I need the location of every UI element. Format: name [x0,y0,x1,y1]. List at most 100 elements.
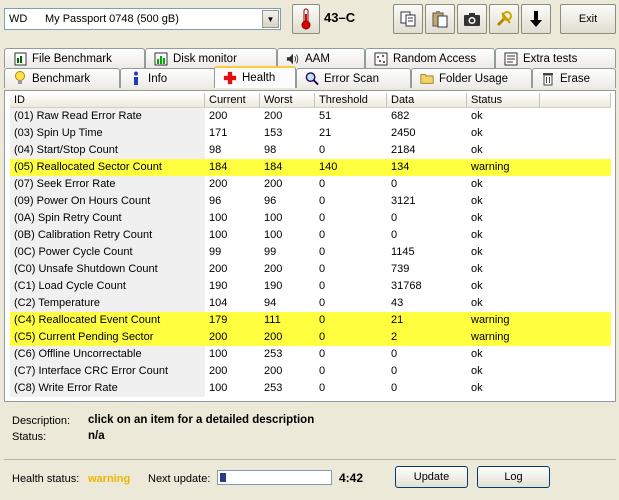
table-row[interactable]: (C4) Reallocated Event Count 179 111 0 21 war… [10,312,611,329]
tab-benchmark[interactable]: Benchmark [4,68,120,88]
log-button[interactable]: Log [477,466,550,488]
tab-info[interactable]: Info [120,68,216,88]
benchmark-icon [13,71,27,86]
column-header-id[interactable]: ID [10,93,205,107]
table-row[interactable]: (C0) Unsafe Shutdown Count 200 200 0 739 ok [10,261,611,278]
table-row[interactable]: (C2) Temperature 104 94 0 43 ok [10,295,611,312]
tab-health[interactable]: Health [214,66,296,88]
drive-select[interactable]: WD My Passport 0748 (500 gB) ▼ [4,8,281,30]
column-header-filler [540,93,611,107]
cell-filler [540,363,611,380]
cell-filler [540,176,611,193]
table-row[interactable]: (C6) Offline Uncorrectable 100 253 0 0 ok [10,346,611,363]
column-header-worst[interactable]: Worst [260,93,315,107]
cell-filler [540,261,611,278]
cell-current: 104 [209,297,228,309]
table-row[interactable]: (09) Power On Hours Count 96 96 0 3121 ok [10,193,611,210]
cell-current: 96 [209,195,222,207]
cell-threshold: 0 [319,212,326,224]
cell-data: 43 [391,297,404,309]
table-row[interactable]: (05) Reallocated Sector Count 184 184 140 13… [10,159,611,176]
cell-worst: 99 [264,246,277,258]
cell-worst: 253 [264,348,283,360]
tab-label: Benchmark [32,72,91,85]
column-header-data[interactable]: Data [387,93,467,107]
table-row[interactable]: (03) Spin Up Time 171 153 21 2450 ok [10,125,611,142]
cell-filler [540,346,611,363]
tab-extra-tests[interactable]: Extra tests [495,48,616,68]
table-row[interactable]: (C5) Current Pending Sector 200 200 0 2 warni… [10,329,611,346]
cell-id: (C7) Interface CRC Error Count [10,363,205,380]
table-row[interactable]: (0C) Power Cycle Count 99 99 0 1145 ok [10,244,611,261]
cell-current: 100 [209,229,228,241]
cell-threshold: 51 [319,110,332,122]
update-button[interactable]: Update [395,466,468,488]
tab-disk-monitor[interactable]: Disk monitor [145,48,277,68]
disk-monitor-icon [154,52,168,66]
table-row[interactable]: (C1) Load Cycle Count 190 190 0 31768 ok [10,278,611,295]
drive-model: My Passport 0748 (500 gB) [45,13,179,25]
download-button[interactable] [521,4,551,34]
cell-worst: 184 [264,161,283,173]
column-header-current[interactable]: Current [205,93,260,107]
cell-threshold: 0 [319,195,326,207]
tab-erase[interactable]: Erase [532,68,616,88]
cell-data: 2184 [391,144,416,156]
screenshot-button[interactable] [457,4,487,34]
cell-status: warning [471,331,510,343]
cell-current: 100 [209,382,228,394]
table-row[interactable]: (C8) Write Error Rate 100 253 0 0 ok [10,380,611,397]
paste-button[interactable] [425,4,455,34]
tab-random-access[interactable]: Random Access [365,48,495,68]
tab-label: AAM [305,52,330,65]
cell-current: 200 [209,178,228,190]
column-header-threshold[interactable]: Threshold [315,93,387,107]
tab-label: Random Access [393,52,477,65]
cell-current: 200 [209,331,228,343]
table-row[interactable]: (C7) Interface CRC Error Count 200 200 0 0 ok [10,363,611,380]
cell-filler [540,159,611,176]
description-label: Description: [12,415,71,427]
cell-data: 0 [391,229,398,241]
cell-threshold: 0 [319,314,326,326]
cell-worst: 200 [264,263,283,275]
table-row[interactable]: (04) Start/Stop Count 98 98 0 2184 ok [10,142,611,159]
cell-current: 200 [209,263,228,275]
tab-label: Extra tests [523,52,578,65]
cell-id: (05) Reallocated Sector Count [10,159,205,176]
cell-id: (C0) Unsafe Shutdown Count [10,261,205,278]
arrow-down-icon [530,11,542,27]
cell-worst: 253 [264,382,283,394]
cell-id: (C5) Current Pending Sector [10,329,205,346]
copy-button[interactable] [393,4,423,34]
table-row[interactable]: (07) Seek Error Rate 200 200 0 0 ok [10,176,611,193]
cell-current: 179 [209,314,228,326]
thermometer-icon [301,8,311,30]
folder-icon [420,72,434,86]
cell-current: 98 [209,144,222,156]
tab-aam[interactable]: AAM [277,48,365,68]
cell-filler [540,125,611,142]
chevron-down-icon[interactable]: ▼ [262,10,279,28]
exit-button[interactable]: Exit [560,4,616,34]
tab-error-scan[interactable]: Error Scan [296,68,411,88]
smart-table[interactable]: ID Current Worst Threshold Data Status (… [10,93,611,397]
table-row[interactable]: (0A) Spin Retry Count 100 100 0 0 ok [10,210,611,227]
cell-current: 99 [209,246,222,258]
tab-folder-usage[interactable]: Folder Usage [411,68,532,88]
cell-worst: 94 [264,297,277,309]
cell-status: ok [471,110,483,122]
tab-file-benchmark[interactable]: File Benchmark [4,48,145,68]
tab-label: Erase [560,72,591,85]
cell-worst: 153 [264,127,283,139]
table-row[interactable]: (01) Raw Read Error Rate 200 200 51 682 ok [10,108,611,125]
cell-filler [540,329,611,346]
table-body: (01) Raw Read Error Rate 200 200 51 682 ok (03… [10,108,611,397]
column-header-status[interactable]: Status [467,93,540,107]
table-row[interactable]: (0B) Calibration Retry Count 100 100 0 0 ok [10,227,611,244]
thermometer-button[interactable] [292,4,320,34]
cell-status: ok [471,195,483,207]
cell-worst: 200 [264,178,283,190]
tools-button[interactable] [489,4,519,34]
cell-status: ok [471,212,483,224]
